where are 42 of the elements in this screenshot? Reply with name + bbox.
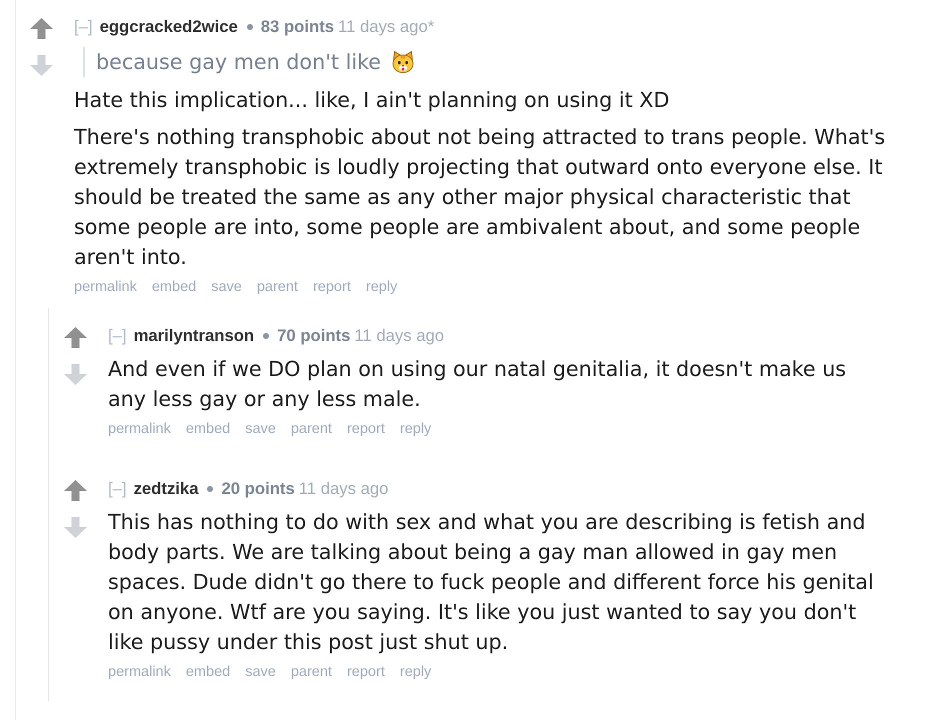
action-link[interactable]: reply: [366, 278, 398, 296]
comment-text: Hate this implication... like, I ain't planning on using it XD: [74, 87, 670, 114]
bullet-icon: [246, 24, 253, 30]
score-text: 20 points: [221, 479, 295, 499]
action-link[interactable]: save: [245, 663, 276, 681]
timestamp: 11 days ago: [298, 479, 388, 499]
username-link[interactable]: zedtzika: [134, 479, 198, 499]
action-link[interactable]: permalink: [74, 278, 137, 296]
timestamp: 11 days ago*: [338, 17, 434, 37]
action-link[interactable]: save: [211, 278, 242, 296]
cat-face-icon: [391, 50, 416, 74]
collapse-toggle[interactable]: [–]: [74, 17, 93, 37]
comment-text: And even if we DO plan on using our natal genitalia, it doesn't make us any less gay or any less male.: [108, 356, 848, 413]
action-link[interactable]: embed: [186, 420, 230, 438]
action-link[interactable]: permalink: [108, 420, 171, 438]
comment-text: This has nothing to do with sex and what you are describing is fetish and body parts. We are talking about being a gay man allowed in gay men spaces. Dude didn't go there to fuck people and different force his genital on anyone. Wtf are you saying. It's like you just wanted to say you don't like pussy under this post just shut up.: [108, 509, 875, 656]
action-link[interactable]: reply: [400, 420, 432, 438]
collapse-toggle[interactable]: [–]: [108, 326, 127, 346]
action-link[interactable]: embed: [152, 278, 196, 296]
comment-text: There's nothing transphobic about not being attracted to trans people. What's extremely transphobic is loudly projecting that outward onto everyone else. It should be treated the same as any other major physical characteristic that some people are into, some people are ambivalent about, and some people aren't into.: [74, 124, 886, 271]
up-arrow-icon[interactable]: [30, 18, 53, 39]
action-link[interactable]: report: [312, 278, 351, 296]
quote-text: because gay men don't like: [96, 49, 382, 76]
bullet-icon: [207, 486, 214, 492]
score-text: 83 points: [260, 17, 334, 37]
action-link[interactable]: save: [245, 420, 276, 438]
action-link[interactable]: parent: [290, 663, 332, 681]
timestamp: 11 days ago: [354, 326, 444, 346]
up-arrow-icon[interactable]: [64, 327, 87, 348]
username-link[interactable]: marilyntranson: [134, 326, 254, 346]
action-link[interactable]: permalink: [108, 663, 171, 681]
action-link[interactable]: report: [346, 420, 385, 438]
username-link[interactable]: eggcracked2wice: [100, 17, 238, 37]
action-link[interactable]: parent: [256, 278, 298, 296]
score-text: 70 points: [277, 326, 350, 346]
action-link[interactable]: reply: [400, 663, 432, 681]
collapse-toggle[interactable]: [–]: [108, 479, 127, 499]
bullet-icon: [263, 333, 270, 339]
action-link[interactable]: embed: [186, 663, 230, 681]
up-arrow-icon[interactable]: [64, 480, 87, 501]
action-link[interactable]: parent: [290, 420, 332, 438]
action-link[interactable]: report: [346, 663, 385, 681]
